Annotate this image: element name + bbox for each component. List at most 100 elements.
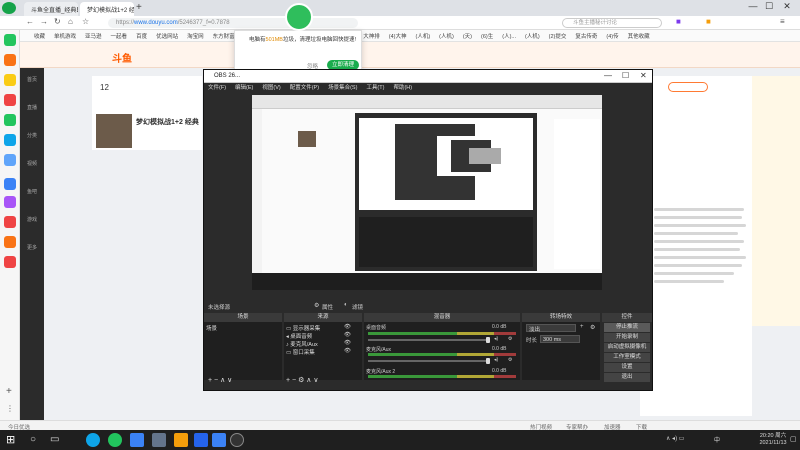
url-input[interactable]: https://www.douyu.com/5246377_f=0.7878 (108, 18, 358, 28)
obs-menu-item[interactable]: 编辑(E) (235, 83, 253, 93)
streamer-avatar[interactable] (96, 114, 132, 148)
douyu-nav-item[interactable]: 鱼吧 (20, 188, 44, 195)
sources-footer-buttons[interactable]: + − ⚙ ∧ ∨ (286, 376, 318, 386)
bookmark-item[interactable]: 亚马逊 (85, 32, 102, 40)
duration-input[interactable]: 300 ms (540, 335, 580, 343)
bookmark-item[interactable]: (人机) (415, 32, 430, 40)
obs-menu-item[interactable]: 帮助(H) (393, 83, 412, 93)
minimize-icon[interactable]: — (604, 71, 612, 80)
bookmark-item[interactable]: (2)提交 (549, 32, 567, 40)
douyu-nav-item[interactable]: 首页 (20, 76, 44, 83)
forward-icon[interactable]: → (40, 17, 48, 26)
bookmark-item[interactable]: 单机游戏 (54, 32, 76, 40)
bookmark-item[interactable]: (人机) (439, 32, 454, 40)
bookmark-item[interactable]: (人机) (525, 32, 540, 40)
douyu-nav-item[interactable]: 游戏 (20, 216, 44, 223)
volume-slider[interactable] (368, 339, 488, 341)
douyu-nav-item[interactable]: 视频 (20, 160, 44, 167)
obs-menu-item[interactable]: 配置文件(P) (290, 83, 319, 93)
start-recording-button[interactable]: 开始录制 (604, 333, 650, 342)
bookmark-item[interactable]: 其他收藏 (628, 32, 650, 40)
mixer-gear-icon[interactable]: ⚙ (508, 357, 512, 363)
bookmark-item[interactable]: (4)大神 (389, 32, 407, 40)
search-icon[interactable]: ○ (30, 434, 36, 445)
edge-icon[interactable] (86, 433, 100, 447)
volume-slider-handle[interactable] (486, 337, 490, 343)
bookmark-item[interactable]: 大神排 (363, 32, 380, 40)
sidebar-app-icon[interactable] (4, 54, 16, 66)
back-icon[interactable]: ← (26, 17, 34, 26)
pc-client-button[interactable] (668, 82, 708, 92)
ime-indicator[interactable]: 中 (714, 435, 720, 444)
properties-button[interactable]: 属性 (322, 303, 333, 311)
menu-icon[interactable]: ≡ (780, 17, 785, 26)
settings-icon[interactable]: ⋮ (6, 404, 14, 413)
notification-center-icon[interactable]: ▢ (790, 435, 797, 443)
add-icon[interactable]: + (6, 386, 12, 397)
maximize-icon[interactable]: ☐ (762, 1, 776, 12)
minimize-icon[interactable]: — (746, 1, 760, 11)
douyu-logo[interactable]: 斗鱼 (112, 50, 132, 65)
visibility-eye-icon[interactable]: 👁 (344, 324, 351, 330)
obs-menu-item[interactable]: 文件(F) (208, 83, 226, 93)
browser-taskbar-icon[interactable] (108, 433, 122, 447)
taskbar-app-icon[interactable] (152, 433, 166, 447)
scenes-footer-buttons[interactable]: + − ∧ ∨ (208, 376, 232, 386)
refresh-icon[interactable]: ↻ (54, 17, 61, 26)
system-clock[interactable]: 20:20 周六 2021/11/13 (752, 433, 794, 447)
exit-button[interactable]: 退出 (604, 373, 650, 382)
obs-preview[interactable] (252, 95, 602, 290)
sidebar-app-icon[interactable] (4, 216, 16, 228)
bookmark-item[interactable]: (4)传 (606, 32, 618, 40)
browser-logo-icon[interactable] (2, 2, 16, 14)
browser-tab-2[interactable]: 梦幻模拟战1+2 经典即时之... × (80, 2, 134, 16)
mixer-gear-icon[interactable]: ⚙ (508, 336, 512, 342)
bookmark-item[interactable]: 收藏 (34, 32, 45, 40)
sidebar-app-icon[interactable] (4, 178, 16, 190)
wechat-icon[interactable] (4, 114, 16, 126)
bookmark-item[interactable]: 百度 (136, 32, 147, 40)
sidebar-app-icon[interactable] (4, 236, 16, 248)
extension-icon[interactable]: ■ (676, 17, 681, 26)
douyu-nav-item[interactable]: 更多 (20, 244, 44, 251)
bookmark-item[interactable]: 淘宝网 (187, 32, 204, 40)
bookmark-item[interactable]: 东方财富 (213, 32, 235, 40)
task-view-icon[interactable]: ▭ (50, 434, 59, 445)
filter-icon[interactable]: ◐ (344, 302, 348, 308)
visibility-eye-icon[interactable]: 👁 (344, 348, 351, 354)
windows-start-icon[interactable]: ⊞ (6, 434, 15, 446)
sidebar-app-icon[interactable] (4, 94, 16, 106)
transition-select[interactable]: 淡出 (526, 324, 576, 333)
volume-slider[interactable] (368, 360, 488, 362)
browser-tab-1[interactable]: 斗鱼全直播_经典即时直播_长 (24, 2, 78, 16)
sidebar-app-icon[interactable] (4, 154, 16, 166)
volume-slider-handle[interactable] (486, 358, 490, 364)
tray-icons[interactable]: ∧ ◂) ▭ (666, 435, 684, 442)
bookmark-item[interactable]: 一起看 (111, 32, 128, 40)
sidebar-app-icon[interactable] (4, 256, 16, 268)
properties-gear-icon[interactable]: ⚙ (314, 302, 319, 309)
bookmark-item[interactable]: (6)生 (481, 32, 493, 40)
stop-streaming-button[interactable]: 停止推流 (604, 323, 650, 332)
source-item[interactable]: ◂ 桌面音频 (286, 332, 312, 340)
visibility-eye-icon[interactable]: 👁 (344, 332, 351, 338)
studio-mode-button[interactable]: 工作室模式 (604, 353, 650, 362)
scene-item[interactable]: 场景 (206, 324, 217, 332)
speaker-mute-icon[interactable]: ◂) (494, 336, 498, 342)
taskbar-app-icon[interactable] (174, 433, 188, 447)
source-item[interactable]: ▭ 显示器采集 (286, 324, 320, 332)
favorite-star-icon[interactable]: ☆ (82, 17, 89, 26)
douyu-nav-item[interactable]: 分类 (20, 132, 44, 139)
bookmark-item[interactable]: (人)... (502, 32, 516, 40)
sidebar-app-icon[interactable] (4, 34, 16, 46)
close-window-icon[interactable]: ✕ (780, 1, 794, 12)
add-transition-icon[interactable]: + (580, 324, 584, 330)
sidebar-app-icon[interactable] (4, 134, 16, 146)
bookmark-item[interactable]: (天) (463, 32, 472, 40)
transition-gear-icon[interactable]: ⚙ (590, 324, 595, 331)
home-icon[interactable]: ⌂ (68, 17, 73, 26)
bookmark-item[interactable]: 复古传奇 (575, 32, 597, 40)
ad-panel[interactable] (752, 76, 800, 326)
visibility-eye-icon[interactable]: 👁 (344, 340, 351, 346)
obs-menu-item[interactable]: 工具(T) (366, 83, 384, 93)
